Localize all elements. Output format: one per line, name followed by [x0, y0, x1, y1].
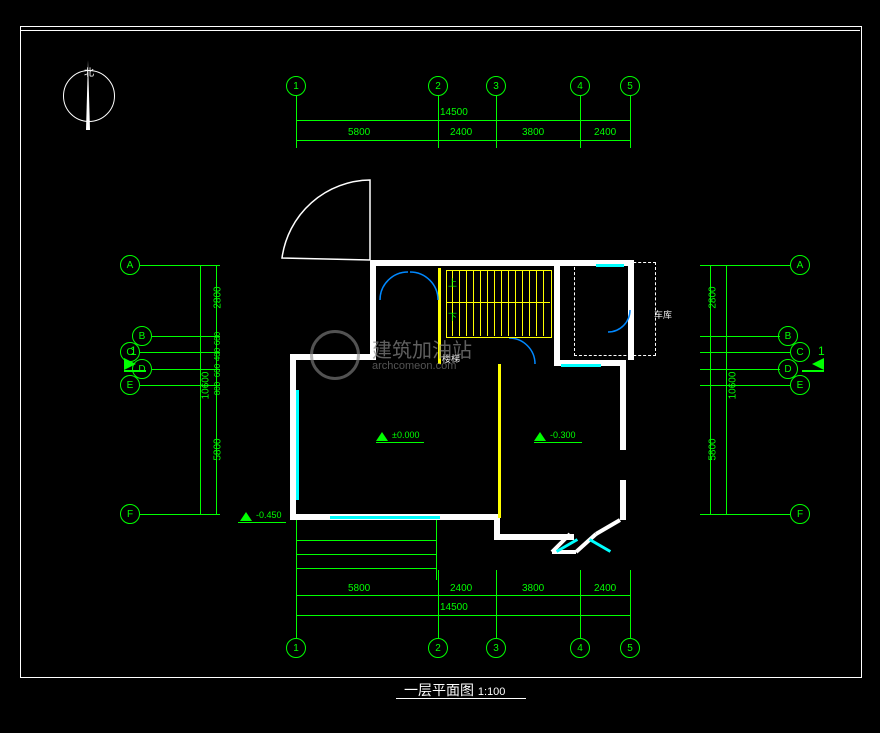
watermark-url: archcomeon.com [372, 360, 456, 372]
level-outside: -0.450 [256, 510, 282, 520]
step-line [436, 520, 437, 580]
lvl-line [534, 442, 582, 443]
step-line [296, 540, 436, 541]
step-line [296, 554, 436, 555]
lvl-line [238, 522, 286, 523]
room-garage: 车库 [654, 308, 672, 321]
level-floor: ±0.000 [392, 430, 419, 440]
garage-outline [574, 262, 656, 356]
stair-up: 上 [448, 276, 457, 289]
stair-down: 下 [448, 310, 457, 323]
level-step: -0.300 [550, 430, 576, 440]
lvl-line [376, 442, 424, 443]
watermark-logo [310, 330, 360, 380]
watermark-text: 建筑加油站 [372, 334, 472, 363]
step-line [296, 568, 436, 569]
step-line [296, 520, 297, 580]
stair-mid [446, 302, 550, 303]
title-underline [396, 698, 526, 699]
drawing-title: 一层平面图 1:100 [404, 680, 505, 700]
